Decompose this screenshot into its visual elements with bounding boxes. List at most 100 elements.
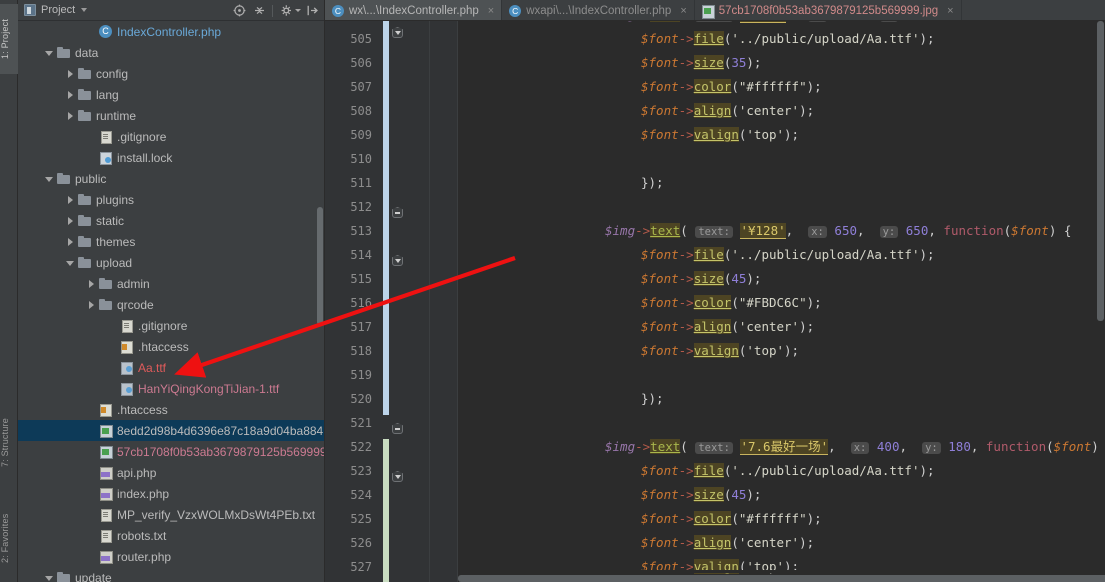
tree-expand-arrow-icon[interactable] — [66, 258, 75, 267]
tree-node[interactable]: upload — [18, 252, 324, 273]
code-line[interactable]: $font->align('center'); — [641, 315, 814, 339]
tree-node[interactable]: 57cb1708f0b53ab3679879125b569999 — [18, 441, 324, 462]
tree-node[interactable]: static — [18, 210, 324, 231]
close-icon[interactable]: × — [488, 5, 494, 17]
tree-node[interactable]: .htaccess — [18, 336, 324, 357]
code-line[interactable]: $font->color("#ffffff"); — [641, 75, 822, 99]
tree-node[interactable]: api.php — [18, 462, 324, 483]
fold-handle-504[interactable] — [392, 27, 403, 38]
fold-handle-513[interactable] — [392, 255, 403, 266]
tree-expand-arrow-icon[interactable] — [45, 174, 54, 183]
tree-node[interactable]: .gitignore — [18, 315, 324, 336]
code-line[interactable]: $font->valign('top'); — [641, 123, 799, 147]
code-line[interactable]: $font->file('../public/upload/Aa.ttf'); — [641, 243, 935, 267]
toolwindow-button-project[interactable]: 1: Project — [0, 4, 18, 74]
editor-gutter[interactable]: 5045055065075085095105115125135145155165… — [325, 21, 458, 582]
tree-node[interactable]: Aa.ttf — [18, 357, 324, 378]
code-line[interactable]: $font->align('center'); — [641, 531, 814, 555]
tree-expand-arrow-icon[interactable] — [45, 573, 54, 582]
editor-bottom-fade — [458, 570, 1105, 573]
code-content[interactable]: $img->text( text: '¥128', x: 250, y: 650… — [458, 21, 1105, 582]
close-icon[interactable]: × — [947, 5, 953, 17]
tree-node[interactable]: .htaccess — [18, 399, 324, 420]
editor-tab[interactable]: Cwx\...\IndexController.php × — [325, 0, 503, 20]
code-line[interactable]: $font->size(45); — [641, 483, 761, 507]
toolwindow-button-structure[interactable]: 7: Structure — [0, 400, 18, 486]
project-panel-header: Project — [18, 0, 324, 21]
tree-node[interactable]: update — [18, 567, 324, 582]
code-line[interactable]: }); — [641, 387, 664, 411]
tree-node[interactable]: admin — [18, 273, 324, 294]
project-panel-title[interactable]: Project — [41, 4, 75, 16]
code-line[interactable]: }); — [641, 171, 664, 195]
editor-horizontal-scrollbar[interactable] — [458, 575, 1105, 582]
editor-vertical-scrollbar[interactable] — [1097, 21, 1104, 321]
tree-node[interactable]: config — [18, 63, 324, 84]
tree-node[interactable]: runtime — [18, 105, 324, 126]
line-number: 508 — [350, 104, 372, 118]
code-line[interactable]: $font->color("#FBDC6C"); — [641, 291, 822, 315]
line-number: 520 — [350, 392, 372, 406]
tree-expand-arrow-icon[interactable] — [45, 48, 54, 57]
project-file-tree[interactable]: C IndexController.php data config lang runtim… — [18, 21, 324, 582]
fold-handle-511[interactable] — [392, 207, 403, 218]
vcs-added-lines-marker[interactable] — [383, 439, 389, 582]
tree-expand-arrow-icon[interactable] — [66, 216, 75, 225]
collapse-all-icon[interactable] — [250, 2, 268, 19]
tree-expand-arrow-icon[interactable] — [66, 111, 75, 120]
editor-tab[interactable]: 57cb1708f0b53ab3679879125b569999.jpg × — [695, 0, 962, 20]
toolbar-divider — [272, 4, 273, 17]
line-number: 522 — [350, 440, 372, 454]
tree-node[interactable]: qrcode — [18, 294, 324, 315]
code-line[interactable]: $font->file('../public/upload/Aa.ttf'); — [641, 459, 935, 483]
tree-node[interactable]: install.lock — [18, 147, 324, 168]
fold-handle-520[interactable] — [392, 423, 403, 434]
txt-icon — [99, 529, 113, 543]
close-icon[interactable]: × — [680, 5, 686, 17]
param-hint-text: text: — [695, 226, 733, 238]
tree-expand-arrow-icon[interactable] — [66, 195, 75, 204]
tree-node[interactable]: data — [18, 42, 324, 63]
tree-node[interactable]: C IndexController.php — [18, 21, 324, 42]
tree-node[interactable]: themes — [18, 231, 324, 252]
tree-node[interactable]: 8edd2d98b4d6396e87c18a9d04ba884 — [18, 420, 324, 441]
tree-node-label: IndexController.php — [117, 24, 222, 39]
folder-icon — [78, 193, 92, 206]
tree-node[interactable]: .gitignore — [18, 126, 324, 147]
tree-node[interactable]: lang — [18, 84, 324, 105]
line-number: 511 — [350, 176, 372, 190]
tree-expand-arrow-icon[interactable] — [66, 69, 75, 78]
hide-panel-icon[interactable] — [303, 2, 321, 19]
code-line[interactable]: $font->size(45); — [641, 267, 761, 291]
code-editor[interactable]: 5045055065075085095105115125135145155165… — [325, 21, 1105, 582]
line-number: 514 — [350, 248, 372, 262]
toolwindow-button-favorites[interactable]: 2: Favorites — [0, 496, 18, 580]
tree-node[interactable]: index.php — [18, 483, 324, 504]
php-class-icon: C — [509, 4, 522, 17]
vcs-changed-lines-marker[interactable] — [383, 21, 389, 415]
chevron-down-icon-gear[interactable] — [295, 9, 301, 12]
code-line[interactable]: $img->text( text: '¥128', x: 650, y: 650… — [605, 219, 1071, 243]
tree-expand-arrow-icon[interactable] — [87, 300, 96, 309]
code-line[interactable]: $font->file('../public/upload/Aa.ttf'); — [641, 27, 935, 51]
tree-node[interactable]: public — [18, 168, 324, 189]
code-line[interactable]: $font->size(35); — [641, 51, 761, 75]
settings-gear-icon[interactable] — [277, 2, 295, 19]
code-line[interactable]: $font->align('center'); — [641, 99, 814, 123]
tree-node[interactable]: plugins — [18, 189, 324, 210]
tree-node[interactable]: HanYiQingKongTiJian-1.ttf — [18, 378, 324, 399]
tree-node[interactable]: robots.txt — [18, 525, 324, 546]
code-line[interactable]: $img->text( text: '7.6最好一场', x: 400, y: … — [605, 435, 1105, 459]
tree-node[interactable]: MP_verify_VzxWOLMxDsWt4PEb.txt — [18, 504, 324, 525]
editor-tab[interactable]: Cwxapi\...\IndexController.php × — [502, 0, 695, 20]
fold-handle-522[interactable] — [392, 471, 403, 482]
chevron-down-icon[interactable] — [81, 8, 88, 12]
code-line[interactable]: $font->color("#ffffff"); — [641, 507, 822, 531]
tree-node-label: robots.txt — [117, 528, 167, 543]
tree-expand-arrow-icon[interactable] — [87, 279, 96, 288]
tree-node[interactable]: router.php — [18, 546, 324, 567]
tree-expand-arrow-icon[interactable] — [66, 237, 75, 246]
code-line[interactable]: $font->valign('top'); — [641, 339, 799, 363]
tree-expand-arrow-icon[interactable] — [66, 90, 75, 99]
locate-icon[interactable] — [230, 2, 248, 19]
